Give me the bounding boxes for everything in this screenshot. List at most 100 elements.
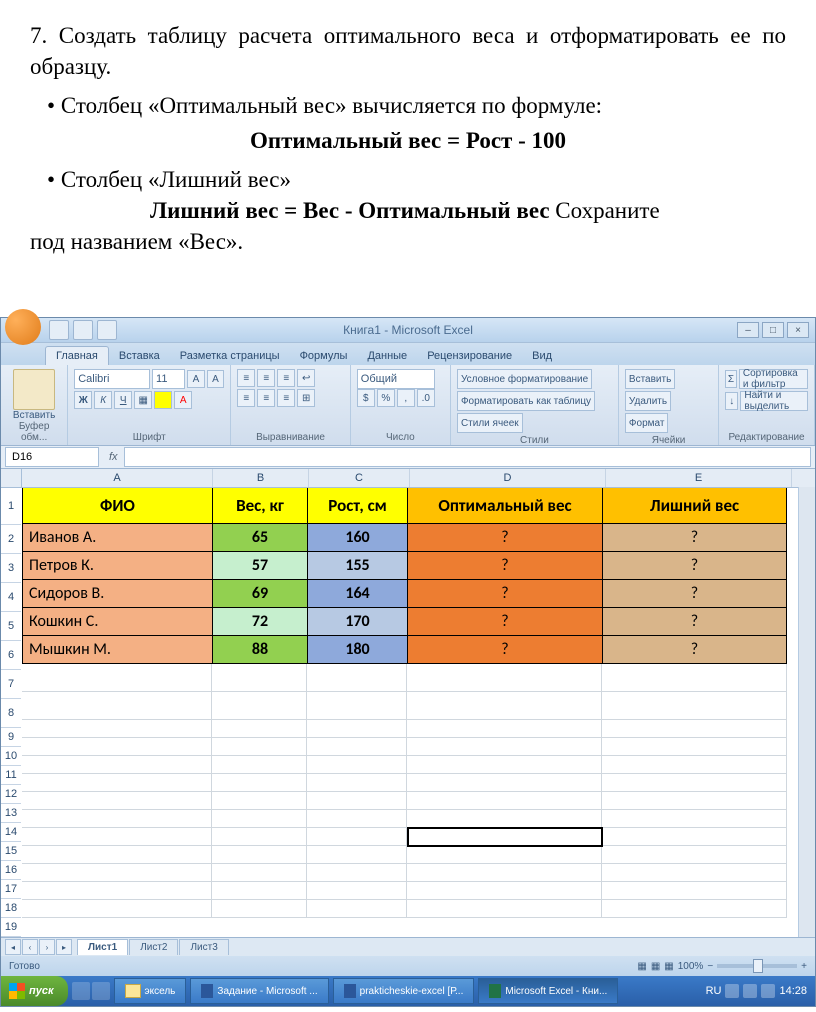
cell[interactable]	[22, 664, 212, 692]
next-sheet-icon[interactable]: ›	[39, 939, 55, 955]
fx-icon[interactable]: fx	[103, 451, 124, 463]
cell-fio[interactable]: Мышкин М.	[22, 636, 212, 664]
tab-review[interactable]: Рецензирование	[417, 347, 522, 365]
cell-fio[interactable]: Петров К.	[22, 552, 212, 580]
cell[interactable]	[212, 846, 307, 864]
select-all-corner[interactable]	[1, 469, 22, 488]
cell-fio[interactable]: Иванов А.	[22, 524, 212, 552]
start-button[interactable]: пуск	[1, 976, 68, 1006]
taskbar-item[interactable]: prakticheskie-excel [Р...	[333, 978, 475, 1004]
font-color-icon[interactable]: A	[174, 391, 192, 409]
autosum-icon[interactable]: Σ	[725, 370, 737, 388]
cell-ves[interactable]: 72	[212, 608, 307, 636]
cell[interactable]	[22, 792, 212, 810]
cell-ves[interactable]: 65	[212, 524, 307, 552]
tab-home[interactable]: Главная	[45, 346, 109, 365]
last-sheet-icon[interactable]: ▸	[56, 939, 72, 955]
cell-fio[interactable]: Кошкин С.	[22, 608, 212, 636]
cell[interactable]	[307, 882, 407, 900]
row-header[interactable]: 17	[1, 880, 21, 899]
row-header[interactable]: 5	[1, 612, 21, 641]
cell[interactable]	[212, 664, 307, 692]
cell[interactable]	[307, 846, 407, 864]
row-header[interactable]: 6	[1, 641, 21, 670]
cell[interactable]	[212, 792, 307, 810]
cell-extra[interactable]: ?	[602, 608, 787, 636]
align-center-icon[interactable]: ≡	[257, 389, 275, 407]
tab-view[interactable]: Вид	[522, 347, 562, 365]
align-right-icon[interactable]: ≡	[277, 389, 295, 407]
row-header[interactable]: 2	[1, 525, 21, 554]
row-header[interactable]: 3	[1, 554, 21, 583]
row-header[interactable]: 9	[1, 728, 21, 747]
cell-ves[interactable]: 69	[212, 580, 307, 608]
wrap-icon[interactable]: ↩	[297, 369, 315, 387]
cell[interactable]	[22, 828, 212, 846]
cell[interactable]	[22, 810, 212, 828]
tab-pagelayout[interactable]: Разметка страницы	[170, 347, 290, 365]
cell[interactable]	[212, 810, 307, 828]
cell[interactable]	[307, 792, 407, 810]
cell[interactable]	[602, 720, 787, 738]
cell[interactable]	[212, 828, 307, 846]
cell-extra[interactable]: ?	[602, 636, 787, 664]
col-header[interactable]: E	[606, 469, 792, 487]
cell[interactable]	[602, 900, 787, 918]
cell[interactable]	[307, 900, 407, 918]
cell-header[interactable]: ФИО	[22, 488, 212, 524]
paste-button[interactable]	[13, 369, 55, 410]
cell[interactable]	[602, 828, 787, 846]
cell-header[interactable]: Рост, см	[307, 488, 407, 524]
sort-button[interactable]: Сортировка и фильтр	[739, 369, 808, 389]
align-top-icon[interactable]: ≡	[237, 369, 255, 387]
cell[interactable]	[407, 810, 602, 828]
bold-icon[interactable]: Ж	[74, 391, 92, 409]
cell-opt[interactable]: ?	[407, 636, 602, 664]
cell-opt[interactable]: ?	[407, 580, 602, 608]
border-icon[interactable]: ▦	[134, 391, 152, 409]
cell-rost[interactable]: 180	[307, 636, 407, 664]
cell[interactable]	[602, 846, 787, 864]
cell[interactable]	[407, 756, 602, 774]
tray-icon[interactable]	[725, 984, 739, 998]
format-table-button[interactable]: Форматировать как таблицу	[457, 391, 595, 411]
vertical-scrollbar[interactable]	[798, 487, 815, 937]
prev-sheet-icon[interactable]: ‹	[22, 939, 38, 955]
cell[interactable]	[22, 756, 212, 774]
cell[interactable]	[22, 720, 212, 738]
sheet-tab-2[interactable]: Лист2	[129, 939, 178, 955]
formula-input[interactable]	[124, 447, 811, 467]
cell[interactable]	[212, 900, 307, 918]
cell[interactable]	[602, 756, 787, 774]
currency-icon[interactable]: $	[357, 389, 375, 407]
insert-button[interactable]: Вставить	[625, 369, 675, 389]
zoom-slider[interactable]	[717, 964, 797, 968]
lang-indicator[interactable]: RU	[706, 985, 722, 997]
tab-formulas[interactable]: Формулы	[290, 347, 358, 365]
col-header[interactable]: C	[309, 469, 410, 487]
row-header[interactable]: 14	[1, 823, 21, 842]
delete-button[interactable]: Удалить	[625, 391, 671, 411]
fill-down-icon[interactable]: ↓	[725, 392, 738, 410]
cell[interactable]	[407, 900, 602, 918]
view-break-icon[interactable]: ▦	[664, 961, 673, 972]
maximize-icon[interactable]: □	[762, 322, 784, 338]
cell[interactable]	[407, 846, 602, 864]
sheet-tab-1[interactable]: Лист1	[77, 939, 128, 955]
browser-icon[interactable]	[72, 982, 90, 1000]
cell-rost[interactable]: 155	[307, 552, 407, 580]
cell-fio[interactable]: Сидоров В.	[22, 580, 212, 608]
cell-rost[interactable]: 160	[307, 524, 407, 552]
cell[interactable]	[22, 882, 212, 900]
cell[interactable]	[212, 738, 307, 756]
font-size-select[interactable]: 11	[152, 369, 185, 389]
cell[interactable]	[212, 864, 307, 882]
cell[interactable]	[22, 774, 212, 792]
sheet-tab-3[interactable]: Лист3	[179, 939, 228, 955]
name-box[interactable]: D16	[5, 447, 99, 467]
app-icon[interactable]	[92, 982, 110, 1000]
cell-styles-button[interactable]: Стили ячеек	[457, 413, 523, 433]
cell[interactable]	[22, 846, 212, 864]
cell[interactable]	[22, 738, 212, 756]
cell[interactable]	[22, 900, 212, 918]
